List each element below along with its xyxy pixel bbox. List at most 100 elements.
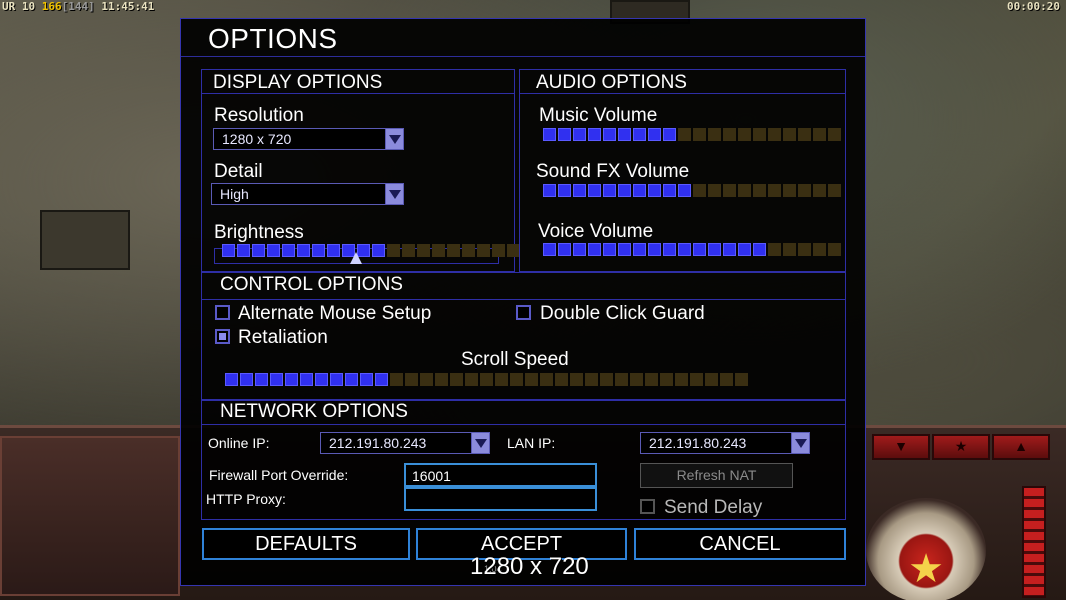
slider-segment[interactable] (753, 184, 766, 197)
slider-segment[interactable] (327, 244, 340, 257)
online-ip-dropdown[interactable]: 212.191.80.243 (320, 432, 490, 454)
slider-segment[interactable] (480, 373, 493, 386)
slider-segment[interactable] (708, 128, 721, 141)
slider-segment[interactable] (555, 373, 568, 386)
slider-segment[interactable] (267, 244, 280, 257)
slider-segment[interactable] (798, 184, 811, 197)
slider-segment[interactable] (678, 243, 691, 256)
voice-volume-slider[interactable] (543, 243, 841, 256)
slider-segment[interactable] (543, 184, 556, 197)
slider-segment[interactable] (252, 244, 265, 257)
slider-segment[interactable] (633, 243, 646, 256)
slider-segment[interactable] (297, 244, 310, 257)
slider-segment[interactable] (543, 128, 556, 141)
slider-segment[interactable] (435, 373, 448, 386)
slider-segment[interactable] (813, 128, 826, 141)
slider-segment[interactable] (783, 128, 796, 141)
slider-segment[interactable] (678, 128, 691, 141)
music-volume-slider[interactable] (543, 128, 841, 141)
slider-segment[interactable] (693, 128, 706, 141)
detail-dropdown[interactable]: High (211, 183, 404, 205)
brightness-thumb[interactable] (350, 252, 362, 264)
slider-segment[interactable] (663, 243, 676, 256)
slider-segment[interactable] (222, 244, 235, 257)
slider-segment[interactable] (270, 373, 283, 386)
slider-segment[interactable] (237, 244, 250, 257)
slider-segment[interactable] (432, 244, 445, 257)
slider-segment[interactable] (603, 184, 616, 197)
slider-segment[interactable] (660, 373, 673, 386)
double-click-checkbox[interactable] (516, 305, 531, 320)
slider-segment[interactable] (375, 373, 388, 386)
slider-segment[interactable] (225, 373, 238, 386)
slider-segment[interactable] (753, 243, 766, 256)
slider-segment[interactable] (828, 243, 841, 256)
double-click-label[interactable]: Double Click Guard (540, 303, 705, 325)
slider-segment[interactable] (588, 243, 601, 256)
alt-mouse-label[interactable]: Alternate Mouse Setup (238, 303, 431, 325)
slider-segment[interactable] (693, 184, 706, 197)
slider-segment[interactable] (447, 244, 460, 257)
slider-segment[interactable] (588, 128, 601, 141)
slider-segment[interactable] (645, 373, 658, 386)
slider-segment[interactable] (633, 128, 646, 141)
slider-segment[interactable] (387, 244, 400, 257)
slider-segment[interactable] (723, 128, 736, 141)
send-delay-checkbox[interactable] (640, 499, 655, 514)
slider-segment[interactable] (708, 243, 721, 256)
slider-segment[interactable] (663, 184, 676, 197)
slider-segment[interactable] (663, 128, 676, 141)
http-proxy-input[interactable] (404, 487, 597, 511)
slider-segment[interactable] (678, 184, 691, 197)
slider-segment[interactable] (618, 243, 631, 256)
refresh-nat-button[interactable]: Refresh NAT (640, 463, 793, 488)
slider-segment[interactable] (618, 128, 631, 141)
slider-segment[interactable] (693, 243, 706, 256)
slider-segment[interactable] (360, 373, 373, 386)
slider-segment[interactable] (240, 373, 253, 386)
slider-segment[interactable] (525, 373, 538, 386)
slider-segment[interactable] (558, 184, 571, 197)
slider-segment[interactable] (573, 128, 586, 141)
slider-segment[interactable] (462, 244, 475, 257)
slider-segment[interactable] (630, 373, 643, 386)
slider-segment[interactable] (813, 243, 826, 256)
lan-ip-dropdown[interactable]: 212.191.80.243 (640, 432, 810, 454)
slider-segment[interactable] (477, 244, 490, 257)
firewall-port-input[interactable]: 16001 (404, 463, 597, 487)
slider-segment[interactable] (648, 184, 661, 197)
slider-segment[interactable] (603, 243, 616, 256)
slider-segment[interactable] (372, 244, 385, 257)
chevron-down-icon[interactable] (791, 433, 809, 453)
chevron-down-icon[interactable] (385, 129, 403, 149)
send-delay-label[interactable]: Send Delay (664, 497, 762, 519)
slider-segment[interactable] (405, 373, 418, 386)
slider-segment[interactable] (558, 128, 571, 141)
slider-segment[interactable] (285, 373, 298, 386)
slider-segment[interactable] (495, 373, 508, 386)
brightness-slider[interactable] (222, 244, 520, 257)
slider-segment[interactable] (615, 373, 628, 386)
command-tab-icon[interactable]: ★ (932, 434, 990, 460)
slider-segment[interactable] (798, 243, 811, 256)
slider-segment[interactable] (828, 184, 841, 197)
slider-segment[interactable] (600, 373, 613, 386)
sfx-volume-slider[interactable] (543, 184, 841, 197)
slider-segment[interactable] (540, 373, 553, 386)
defaults-button[interactable]: DEFAULTS (202, 528, 410, 560)
slider-segment[interactable] (768, 128, 781, 141)
slider-segment[interactable] (675, 373, 688, 386)
chevron-down-icon[interactable] (385, 184, 403, 204)
slider-segment[interactable] (588, 184, 601, 197)
cancel-button[interactable]: CANCEL (634, 528, 846, 560)
chevron-down-icon[interactable] (471, 433, 489, 453)
slider-segment[interactable] (708, 184, 721, 197)
command-tab-icon[interactable]: ▲ (992, 434, 1050, 460)
slider-segment[interactable] (768, 184, 781, 197)
slider-segment[interactable] (798, 128, 811, 141)
slider-segment[interactable] (738, 128, 751, 141)
retaliation-label[interactable]: Retaliation (238, 327, 328, 349)
slider-segment[interactable] (417, 244, 430, 257)
slider-segment[interactable] (720, 373, 733, 386)
slider-segment[interactable] (738, 243, 751, 256)
